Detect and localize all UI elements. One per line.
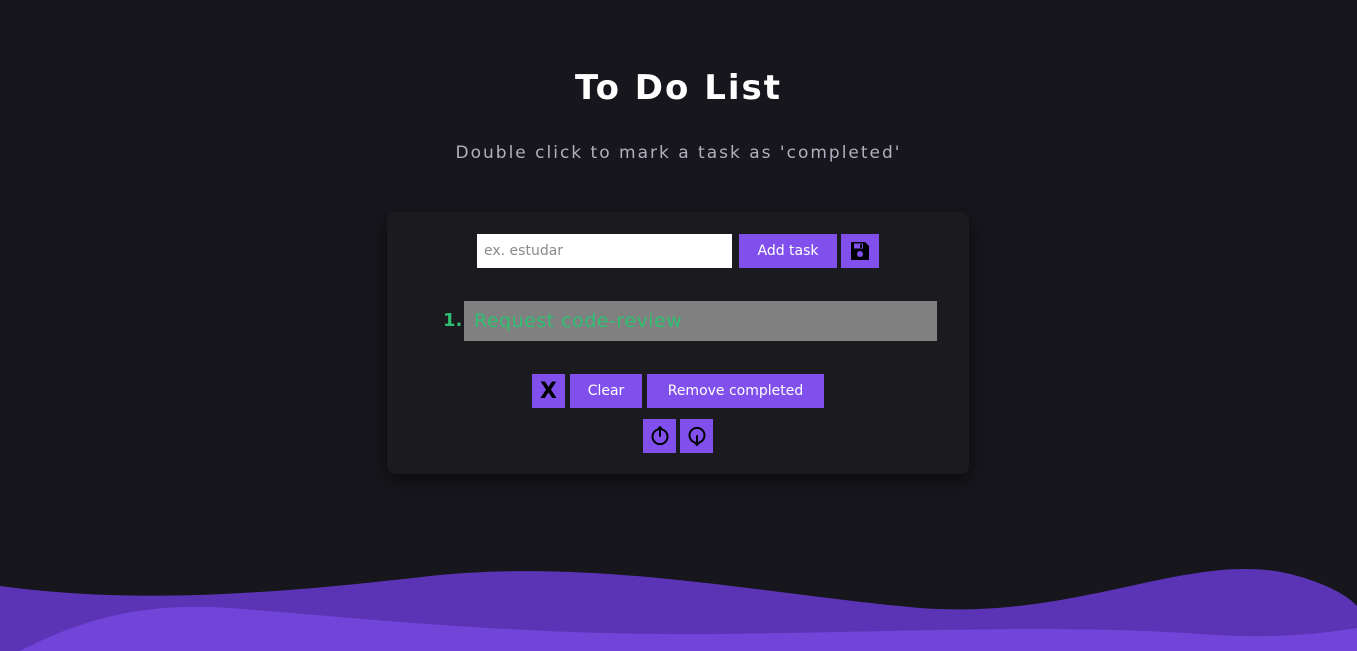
background-waves xyxy=(0,568,1357,651)
page: To Do List Double click to mark a task a… xyxy=(0,0,1357,651)
floppy-disk-icon xyxy=(851,242,869,260)
remove-completed-button[interactable]: Remove completed xyxy=(647,374,824,408)
task-text-completed[interactable]: Request code-review xyxy=(464,301,937,341)
arrow-up-circle-icon xyxy=(651,426,668,446)
move-up-button[interactable] xyxy=(643,419,676,453)
page-title: To Do List xyxy=(574,68,783,108)
clear-button[interactable]: Clear xyxy=(570,374,642,408)
arrow-down-circle-icon xyxy=(688,426,705,446)
delete-task-button[interactable]: X xyxy=(532,374,565,408)
task-input[interactable] xyxy=(477,234,732,268)
move-down-button[interactable] xyxy=(680,419,713,453)
task-list-item[interactable]: 1. Request code-review xyxy=(443,301,937,341)
todo-card: Add task 1. Request code-review X Clear … xyxy=(387,212,969,474)
add-task-button[interactable]: Add task xyxy=(739,234,837,268)
task-number: 1. xyxy=(443,310,463,331)
page-subtitle: Double click to mark a task as 'complete… xyxy=(455,143,902,163)
save-button[interactable] xyxy=(841,234,879,268)
